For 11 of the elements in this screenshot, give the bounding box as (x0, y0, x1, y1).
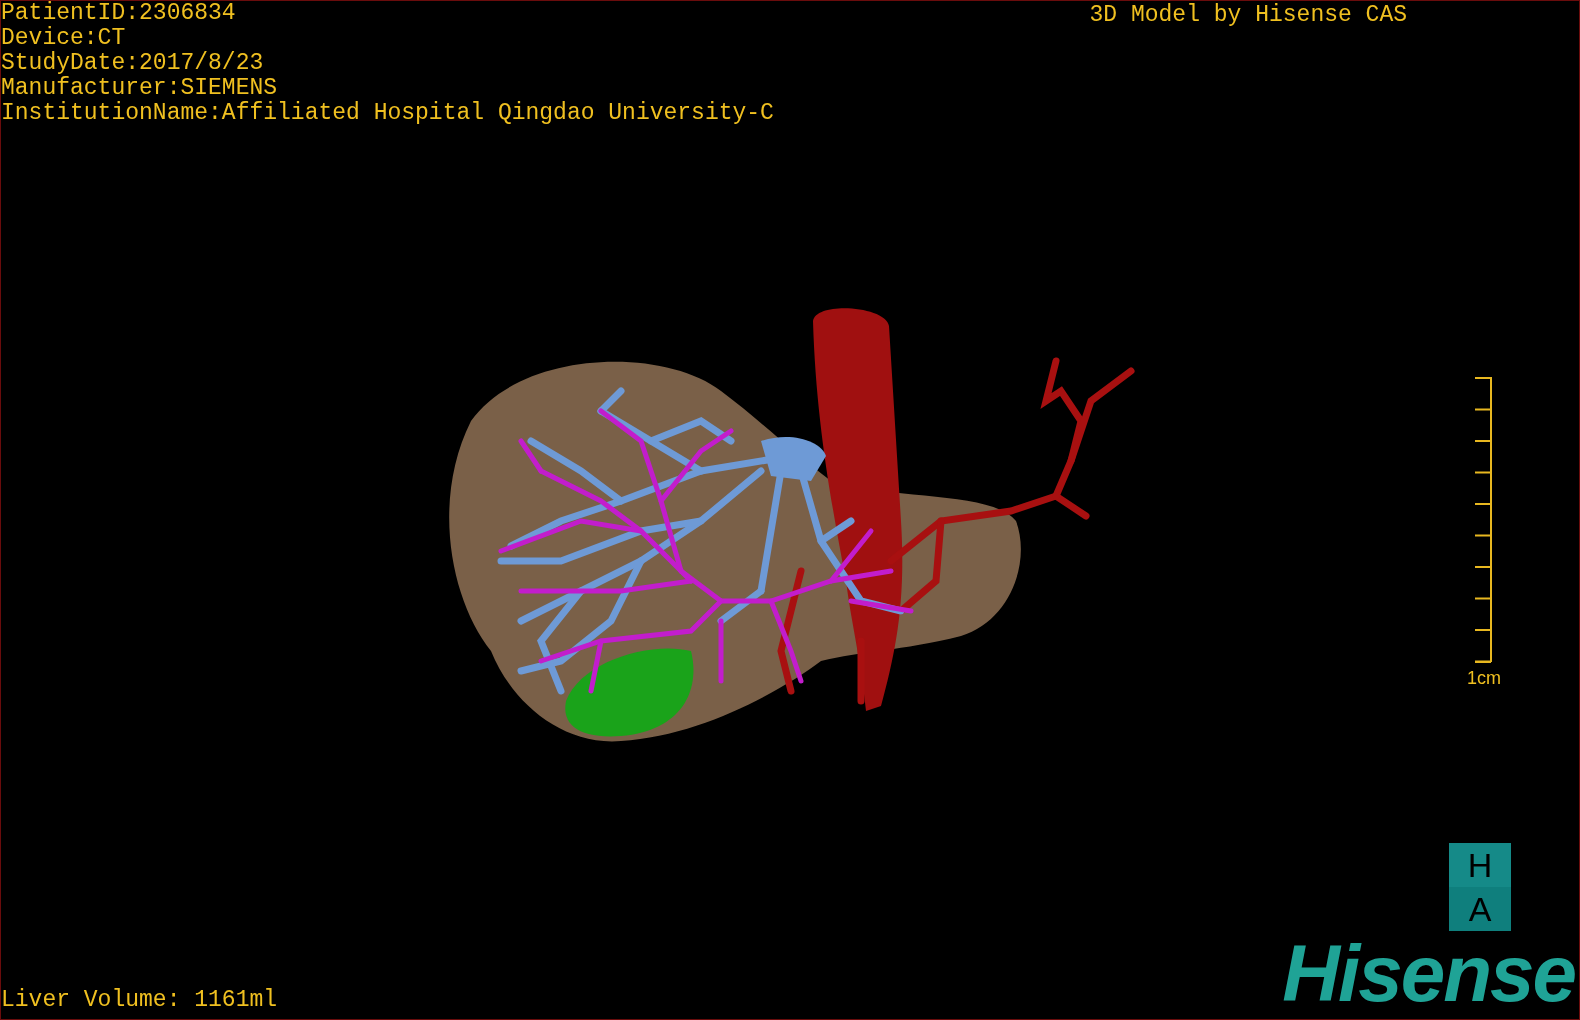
badge-letter: H (1449, 843, 1511, 887)
patient-info-text: Manufacturer:SIEMENS (1, 76, 279, 101)
liver-volume-text: Liver Volume: 1161ml (1, 987, 278, 1013)
logo-wordmark: Hisense (1282, 939, 1575, 1009)
patient-info-text: Device:CT (1, 26, 127, 51)
badge-letter: A (1467, 888, 1493, 930)
model-title: 3D Model by Hisense CAS (1089, 1, 1407, 30)
scale-label: 1cm (1467, 668, 1501, 689)
patient-info-text: PatientID:2306834 (1, 1, 237, 26)
patient-info-text: InstitutionName:Affiliated Hospital Qingdao University-C (1, 101, 774, 126)
patient-info-text: StudyDate:2017/8/23 (1, 51, 265, 76)
